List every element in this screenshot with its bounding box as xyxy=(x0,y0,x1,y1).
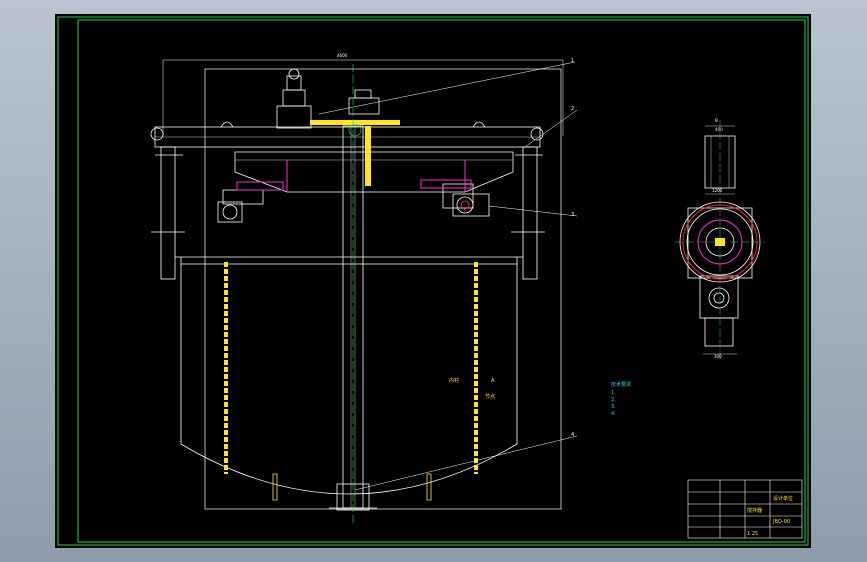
drawing-canvas: 1 2 3 4 4600 内衬 A 节点 技术要求 1. 2. 3. 4. B … xyxy=(55,14,811,548)
title-block xyxy=(687,479,803,539)
title-block-scale: 1:25 xyxy=(747,531,758,537)
side-bot-dim: 300 xyxy=(714,354,722,359)
side-view-tag: B xyxy=(715,118,718,123)
leader-3: 3 xyxy=(571,212,574,218)
colored-components xyxy=(236,160,472,210)
main-view xyxy=(150,59,564,511)
leader-2: 2 xyxy=(571,106,574,112)
side-mid-dim: 1200 xyxy=(712,188,723,193)
tank-label-3: 节点 xyxy=(485,394,495,400)
leader-4: 4 xyxy=(571,432,574,438)
leader-1: 1 xyxy=(571,58,574,64)
inner-frame xyxy=(77,19,806,543)
notes-line-4: 4. xyxy=(611,411,616,417)
tank-label-1: 内衬 xyxy=(449,377,459,384)
notes-line-1: 1. xyxy=(611,390,616,396)
title-block-company: 设计单位 xyxy=(773,495,793,502)
title-block-title: 搅拌器 xyxy=(747,507,762,514)
outer-frame xyxy=(57,16,809,546)
side-top-dim: 400 xyxy=(715,127,723,132)
technical-notes: 技术要求 1. 2. 3. 4. xyxy=(611,381,631,417)
notes-line-3: 3. xyxy=(611,404,616,410)
leader-numbers: 1 2 3 4 xyxy=(571,58,574,438)
notes-title: 技术要求 xyxy=(611,381,631,388)
tank-labels: 内衬 A 节点 xyxy=(449,377,495,400)
top-dimension: 4600 xyxy=(337,53,348,58)
notes-line-2: 2. xyxy=(611,397,616,403)
title-block-drawing-no: JBQ-00 xyxy=(772,519,790,525)
cad-drawing: 1 2 3 4 4600 内衬 A 节点 技术要求 1. 2. 3. 4. B … xyxy=(57,16,809,546)
tank-label-2: A xyxy=(491,378,495,384)
